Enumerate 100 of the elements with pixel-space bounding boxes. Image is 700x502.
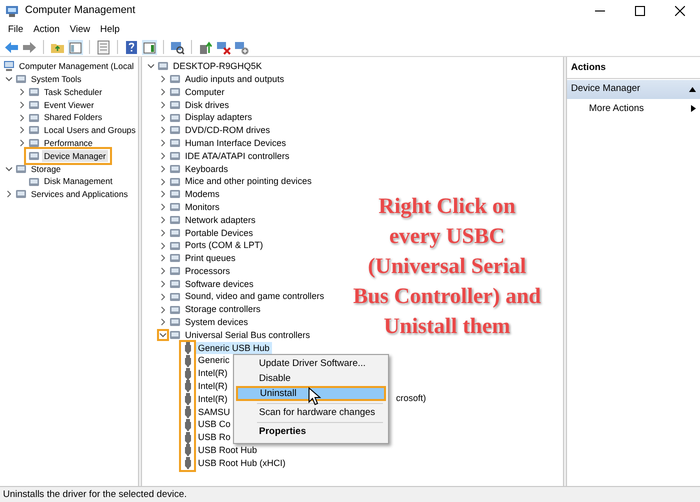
chevron-icon[interactable]: [159, 318, 167, 326]
tree-item[interactable]: Local Users and Groups: [42, 124, 138, 137]
menu-item[interactable]: Update Driver Software...: [236, 357, 386, 372]
chevron-icon[interactable]: [159, 126, 167, 134]
chevron-icon[interactable]: [159, 100, 167, 109]
chevron-icon[interactable]: [18, 139, 26, 148]
chevron-icon[interactable]: [159, 228, 167, 237]
device-icon: [169, 240, 181, 252]
chevron-icon[interactable]: [159, 178, 167, 186]
tree-item[interactable]: Generic: [196, 354, 232, 367]
tree-item[interactable]: Device Manager: [42, 150, 108, 162]
app-icon: [5, 4, 19, 18]
action-link[interactable]: More Actions: [567, 98, 700, 118]
tree-item[interactable]: Performance: [42, 136, 95, 150]
chevron-icon[interactable]: [147, 62, 155, 70]
chevron-icon[interactable]: [18, 88, 26, 96]
chevron-icon[interactable]: [159, 114, 167, 122]
chevron-icon[interactable]: [159, 254, 167, 262]
tree-item[interactable]: Intel(R): [196, 367, 230, 380]
tree-item[interactable]: System Tools: [29, 72, 84, 86]
tree-item[interactable]: USB Ro: [196, 431, 233, 444]
usb-plug-icon: [182, 342, 194, 354]
computer-scan-icon[interactable]: [170, 40, 185, 54]
tree-item[interactable]: USB Root Hub (xHCI): [196, 456, 288, 470]
tree-item[interactable]: Modems: [183, 188, 222, 201]
update-driver-icon[interactable]: [198, 40, 213, 54]
chevron-icon[interactable]: [159, 203, 167, 212]
tree-item[interactable]: Audio inputs and outputs: [183, 72, 286, 86]
tree-item[interactable]: Universal Serial Bus controllers: [183, 328, 312, 342]
console-tree-icon[interactable]: [68, 40, 83, 54]
chevron-icon[interactable]: [159, 306, 167, 314]
tree-item[interactable]: Sound, video and game controllers: [183, 290, 326, 303]
tree-item[interactable]: Storage: [29, 162, 63, 176]
tree-item[interactable]: System devices: [183, 316, 250, 329]
tree-item[interactable]: Storage controllers: [183, 303, 263, 316]
menu-item[interactable]: Uninstall: [236, 386, 386, 400]
chevron-icon[interactable]: [18, 100, 26, 109]
tree-item[interactable]: USB Root Hub: [196, 444, 260, 457]
tree-item[interactable]: Network adapters: [183, 214, 258, 226]
tree-item[interactable]: Software devices: [183, 278, 256, 290]
tree-item[interactable]: Computer Management (Local: [17, 60, 136, 73]
maximize-icon[interactable]: [635, 6, 645, 16]
menu-item[interactable]: Action: [28, 23, 65, 37]
chevron-icon[interactable]: [159, 139, 167, 148]
chevron-icon[interactable]: [159, 190, 167, 198]
tree-item[interactable]: Processors: [183, 264, 232, 278]
chevron-icon[interactable]: [5, 190, 13, 198]
menu-item[interactable]: File: [3, 23, 28, 37]
tree-item[interactable]: Mice and other pointing devices: [183, 175, 314, 188]
tree-item[interactable]: IDE ATA/ATAPI controllers: [183, 150, 292, 162]
chevron-icon[interactable]: [18, 114, 26, 122]
menu-item[interactable]: Scan for hardware changes: [236, 400, 386, 420]
tree-item[interactable]: DVD/CD-ROM drives: [183, 124, 272, 137]
chevron-icon[interactable]: [159, 242, 167, 250]
chevron-icon[interactable]: [159, 216, 167, 224]
tree-item[interactable]: Print queues: [183, 252, 238, 265]
section-header[interactable]: Device Manager: [567, 80, 700, 98]
tree-item[interactable]: Keyboards: [183, 162, 230, 176]
tree-item[interactable]: Disk drives: [183, 98, 232, 112]
forward-arrow-icon[interactable]: [22, 40, 37, 54]
chevron-icon[interactable]: [159, 75, 167, 84]
chevron-icon[interactable]: [5, 75, 13, 84]
tree-item[interactable]: Shared Folders: [42, 111, 104, 124]
tree-item-text: crosoft): [396, 392, 426, 406]
usb-plug-icon: [182, 354, 194, 367]
chevron-icon[interactable]: [159, 164, 167, 173]
tree-item[interactable]: Ports (COM & LPT): [183, 239, 266, 252]
chevron-icon[interactable]: [159, 292, 167, 301]
tree-item[interactable]: Intel(R): [196, 380, 230, 393]
chevron-icon[interactable]: [159, 280, 167, 288]
help-icon[interactable]: [124, 40, 139, 54]
chevron-icon[interactable]: [18, 126, 26, 134]
tree-item[interactable]: Event Viewer: [42, 98, 96, 112]
chevron-icon[interactable]: [159, 152, 167, 160]
close-icon[interactable]: [675, 6, 685, 16]
tree-item[interactable]: Intel(R): [196, 392, 230, 406]
tree-item[interactable]: SAMSU: [196, 406, 232, 418]
tree-item[interactable]: Monitors: [183, 200, 222, 214]
tree-item[interactable]: Computer: [183, 86, 227, 98]
tree-item[interactable]: Portable Devices: [183, 226, 256, 239]
chevron-icon[interactable]: [159, 88, 167, 96]
tree-item[interactable]: Display adapters: [183, 111, 254, 124]
menu-item[interactable]: Disable: [236, 372, 386, 386]
tree-item[interactable]: Generic USB Hub: [196, 342, 272, 354]
menu-item[interactable]: Help: [95, 23, 125, 37]
collapse-triangle-icon[interactable]: [689, 86, 696, 92]
tree-item[interactable]: Human Interface Devices: [183, 136, 288, 150]
uninstall-icon[interactable]: [216, 40, 231, 54]
chevron-icon[interactable]: [159, 267, 167, 276]
back-arrow-icon[interactable]: [4, 40, 19, 54]
tree-item[interactable]: USB Co: [196, 418, 233, 431]
action-pane-icon[interactable]: [142, 40, 157, 54]
tree-item[interactable]: Disk Management: [42, 175, 115, 188]
tree-item[interactable]: DESKTOP-R9GHQ5K: [171, 60, 264, 73]
add-hardware-icon[interactable]: [234, 40, 249, 54]
menu-item[interactable]: View: [64, 23, 96, 37]
chevron-icon[interactable]: [5, 164, 13, 173]
tree-item[interactable]: Task Scheduler: [42, 86, 104, 98]
properties-icon[interactable]: [96, 40, 111, 54]
tree-item[interactable]: Services and Applications: [29, 188, 130, 201]
